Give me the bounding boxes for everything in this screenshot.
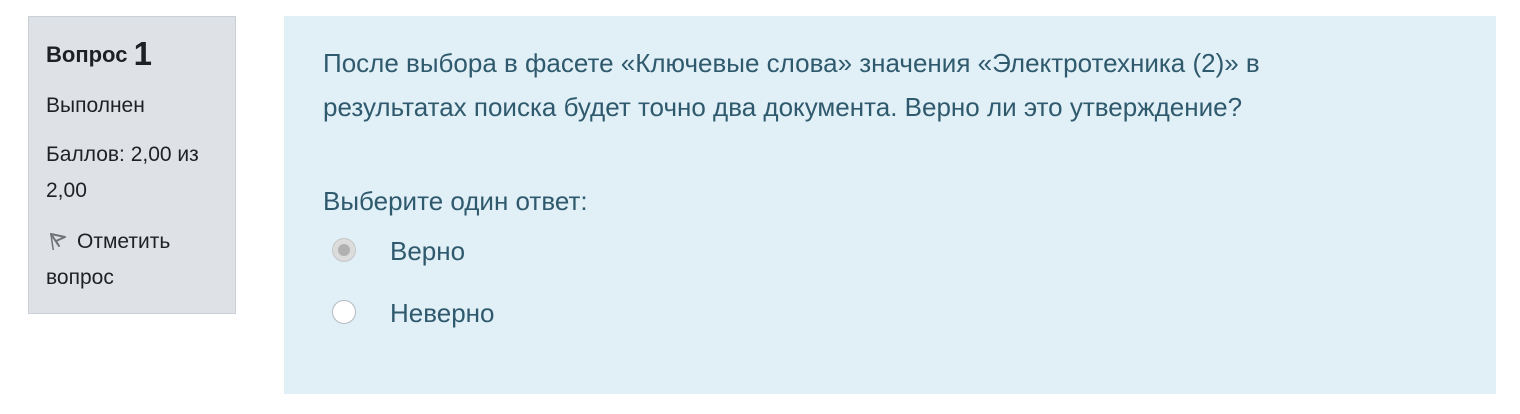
question-number-heading: Вопрос 1 <box>46 35 223 74</box>
question-state: Выполнен <box>46 94 145 117</box>
question-text: После выбора в фасете «Ключевые слова» з… <box>323 41 1456 129</box>
question-number: 1 <box>133 35 152 72</box>
grade-line-2: 2,00 <box>46 179 87 202</box>
flag-icon[interactable] <box>46 228 68 250</box>
question-text-line-2: результатах поиска будет точно два докум… <box>323 92 1243 122</box>
answer-list: Верно Неверно <box>323 220 1456 344</box>
answer-option-false[interactable]: Неверно <box>323 282 1456 344</box>
question-info-panel: Вопрос 1 Выполнен Баллов: 2,00 из 2,00 О… <box>28 16 236 314</box>
flag-line-1[interactable]: Отметить <box>77 230 170 253</box>
question-label: Вопрос <box>46 42 128 67</box>
flag-line-2[interactable]: вопрос <box>46 266 114 289</box>
answer-label-true[interactable]: Верно <box>390 233 465 269</box>
grade-line-1: Баллов: 2,00 из <box>46 143 199 166</box>
flag-question-link[interactable]: Отметить вопрос <box>46 224 223 296</box>
answer-option-true[interactable]: Верно <box>323 220 1456 282</box>
question-content: После выбора в фасете «Ключевые слова» з… <box>284 16 1496 394</box>
answer-label-false[interactable]: Неверно <box>390 295 495 331</box>
radio-false[interactable] <box>332 300 356 324</box>
question-grade: Баллов: 2,00 из 2,00 <box>46 137 223 209</box>
answer-prompt: Выберите один ответ: <box>323 186 588 216</box>
radio-true[interactable] <box>332 238 356 262</box>
question-text-line-1: После выбора в фасете «Ключевые слова» з… <box>323 48 1260 78</box>
